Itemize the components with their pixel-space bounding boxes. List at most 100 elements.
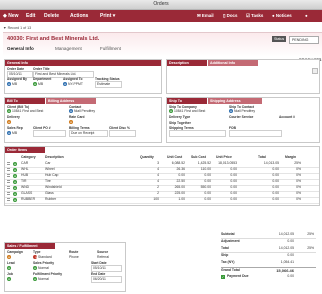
fulfill-priority-label: Fulfillment Priority bbox=[33, 272, 63, 276]
col-margin[interactable]: Margin bbox=[285, 155, 296, 159]
unit-price-cell: 0.00 bbox=[230, 191, 237, 195]
record-nav[interactable]: ▼ Record 1 of 13 bbox=[3, 25, 31, 31]
contact-value[interactable]: Niall Pendfrey bbox=[74, 109, 95, 113]
email-button[interactable]: ✉ Email bbox=[197, 10, 214, 22]
drag-handle-icon[interactable] bbox=[7, 167, 10, 172]
ship-company-value[interactable]: 10841 First and Best bbox=[174, 109, 205, 113]
margin-cell: 0% bbox=[296, 191, 301, 195]
description-cell: Hub Cap bbox=[45, 173, 59, 177]
priority-icon: ● bbox=[33, 276, 37, 281]
tab-fulfillment[interactable]: Fulfillment bbox=[100, 45, 121, 53]
col-category[interactable]: Category bbox=[21, 155, 36, 159]
col-total[interactable]: Total bbox=[258, 155, 266, 159]
source-value[interactable]: Referral bbox=[97, 255, 109, 259]
company-icon: ● bbox=[169, 109, 173, 113]
help-icon[interactable]: ● bbox=[305, 10, 308, 22]
end-date-field[interactable]: 06/20/11 bbox=[91, 276, 122, 283]
bill-to-panel: Bill To Billing Address Client (Bill To)… bbox=[4, 97, 162, 143]
fob-field[interactable] bbox=[229, 130, 282, 137]
col-sub-cost[interactable]: Sub Cost bbox=[191, 155, 206, 159]
department-value[interactable]: MB bbox=[38, 82, 43, 86]
tab-management[interactable]: Management bbox=[55, 45, 82, 53]
record-count: Record 1 of 13 bbox=[7, 26, 32, 30]
bill-to-tab[interactable]: Bill To bbox=[5, 98, 45, 104]
edit-icon[interactable] bbox=[312, 68, 318, 74]
new-label: New bbox=[8, 13, 19, 19]
delete-button[interactable]: Delete bbox=[44, 10, 59, 22]
new-button[interactable]: ◆ New bbox=[3, 10, 19, 22]
category-cell: WND bbox=[21, 185, 30, 189]
toolbar: ◆ New Edit Delete Actions Print ▾ ✉ Emai… bbox=[0, 10, 322, 22]
ship-contact-value[interactable]: Niall Pendfrey bbox=[234, 109, 255, 113]
start-date-field[interactable]: 05/10/11 bbox=[91, 265, 122, 272]
assigned-to-value[interactable]: NY-PPMT bbox=[68, 82, 83, 86]
drag-handle-icon[interactable] bbox=[7, 191, 10, 196]
status-value[interactable]: PENDING bbox=[289, 36, 319, 44]
drag-handle-icon[interactable] bbox=[7, 197, 10, 202]
table-row[interactable]: ● RUBBER Rubber 100 1.00 0.00 0.00 0.00 0% bbox=[5, 197, 319, 204]
drag-handle-icon[interactable] bbox=[7, 173, 10, 178]
status-label: Status bbox=[272, 36, 287, 42]
shipping-terms-field[interactable] bbox=[169, 130, 226, 137]
tasks-button[interactable]: ☑ Tasks bbox=[246, 10, 263, 22]
lead-label: Lead bbox=[7, 261, 15, 265]
item-status-icon: ● bbox=[13, 179, 17, 184]
drag-handle-icon[interactable] bbox=[7, 179, 10, 184]
fulfill-priority-value[interactable]: Normal bbox=[38, 277, 49, 281]
client-value[interactable]: 10841 First and Best bbox=[12, 109, 43, 113]
assigned-by-value[interactable]: MB bbox=[12, 82, 17, 86]
sales-priority-value[interactable]: Normal bbox=[38, 266, 49, 270]
tab-general-info[interactable]: General Info bbox=[7, 45, 34, 53]
billing-terms-field[interactable]: Due on Receipt bbox=[69, 130, 108, 137]
col-description[interactable]: Description bbox=[45, 155, 64, 159]
type-value[interactable]: Standard bbox=[38, 255, 52, 259]
col-unit-price[interactable]: Unit Price bbox=[216, 155, 232, 159]
drag-handle-icon[interactable] bbox=[7, 185, 10, 190]
docs-label: Docs bbox=[226, 13, 238, 18]
adjustment-value[interactable]: 0.00 bbox=[287, 239, 294, 245]
col-quantity[interactable]: Quantity bbox=[140, 155, 154, 159]
edit-button[interactable]: Edit bbox=[26, 10, 35, 22]
ship-to-panel: Ship To Shipping Address Ship To Company… bbox=[166, 97, 320, 143]
billing-address-tab[interactable]: Billing Address bbox=[46, 98, 96, 104]
priority-icon: ● bbox=[33, 265, 37, 270]
sub-cost-cell: 1,425.52 bbox=[197, 161, 211, 165]
unit-price-cell: 0.00 bbox=[230, 197, 237, 201]
email-icon: ✉ bbox=[197, 13, 201, 18]
print-button[interactable]: Print ▾ bbox=[100, 10, 115, 22]
sales-rep-value[interactable]: MB bbox=[12, 131, 17, 135]
total-cell: 0.00 bbox=[272, 173, 279, 177]
tracking-field[interactable]: Estimate bbox=[95, 81, 122, 88]
shipping-address-tab[interactable]: Shipping Address bbox=[208, 98, 262, 104]
type-label: Type bbox=[33, 250, 41, 254]
unit-cost-cell: 1.00 bbox=[178, 197, 185, 201]
actions-button[interactable]: Actions bbox=[70, 10, 88, 22]
sub-cost-cell: 0.00 bbox=[204, 191, 211, 195]
user-icon: ● bbox=[63, 81, 67, 86]
margin-cell: 0% bbox=[296, 173, 301, 177]
description-cell: Car bbox=[45, 161, 51, 165]
type-icon: ● bbox=[33, 254, 37, 259]
job-label: Job bbox=[7, 272, 13, 276]
quantity-cell: 100 bbox=[153, 197, 159, 201]
general-info-panel: General Info Order Date Order Title 05/1… bbox=[4, 59, 162, 94]
additional-info-tab[interactable]: Additional Info bbox=[208, 60, 258, 66]
client-disc-field[interactable] bbox=[109, 130, 136, 137]
total-cell: 0.00 bbox=[272, 179, 279, 183]
drag-handle-icon[interactable] bbox=[7, 161, 10, 166]
grand-total-value: 15,066.46 bbox=[276, 268, 294, 273]
route-value[interactable]: Phone bbox=[69, 255, 79, 259]
sub-cost-cell: 550.00 bbox=[200, 185, 211, 189]
sub-cost-cell: 0.00 bbox=[204, 197, 211, 201]
ship-value[interactable]: 0.00 bbox=[287, 253, 294, 259]
client-po-field[interactable] bbox=[33, 130, 66, 137]
docs-button[interactable]: ▯ Docs bbox=[223, 10, 237, 22]
sales-header: Sales / Fulfillment bbox=[5, 243, 55, 249]
description-tab[interactable]: Description bbox=[167, 60, 207, 66]
ship-to-tab[interactable]: Ship To bbox=[167, 98, 207, 104]
col-unit-cost[interactable]: Unit Cost bbox=[167, 155, 182, 159]
notices-button[interactable]: ● Notices bbox=[272, 10, 292, 22]
print-label: Print bbox=[100, 13, 112, 19]
payment-row: ✓ Payment Due 0.00 bbox=[221, 274, 316, 280]
total-cell: 0.00 bbox=[272, 167, 279, 171]
